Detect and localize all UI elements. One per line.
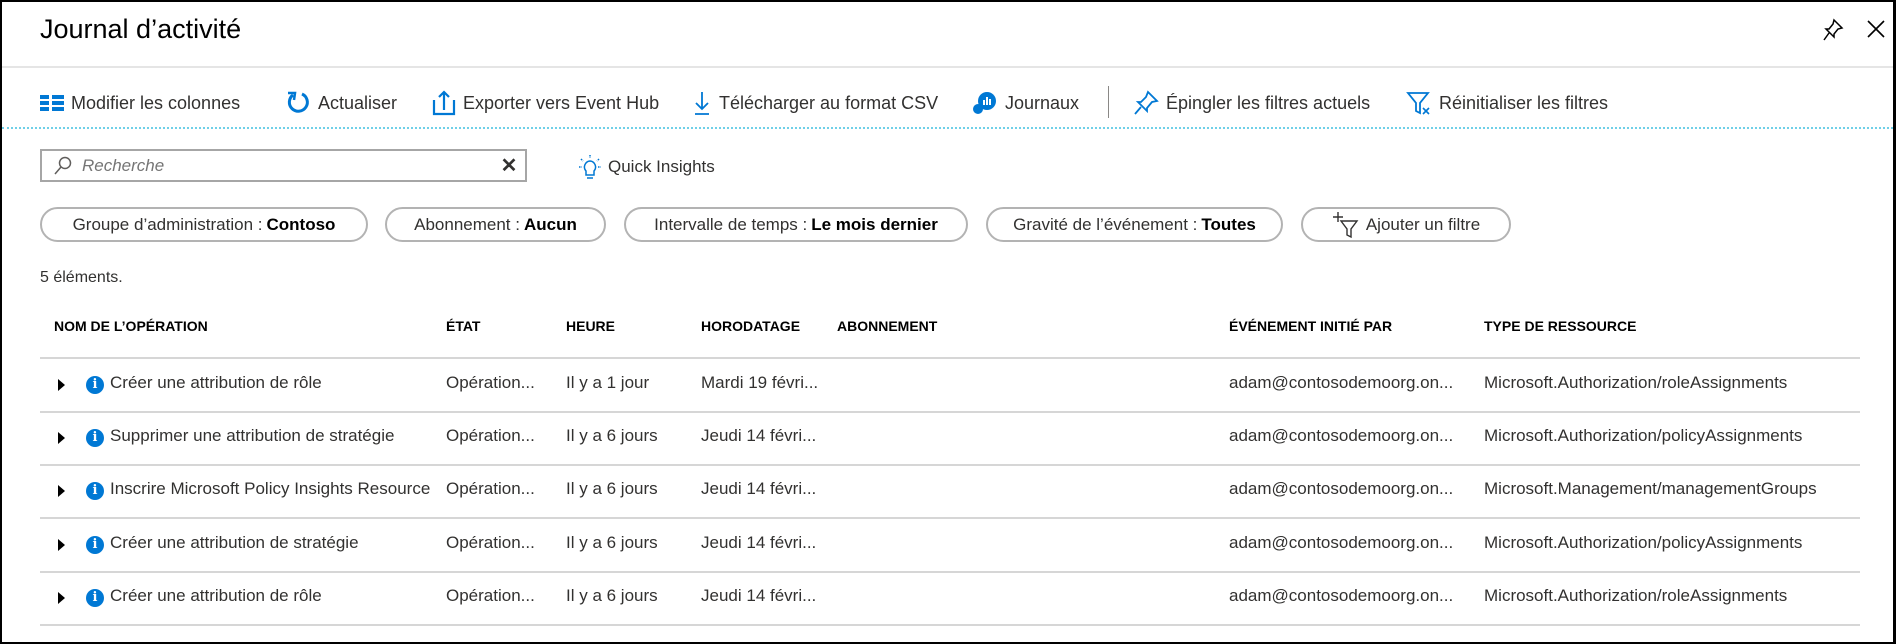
- search-icon: [54, 156, 72, 174]
- expand-caret-icon[interactable]: [58, 591, 65, 604]
- column-header[interactable]: HORODATAGE: [701, 318, 800, 334]
- initiated-by-cell: adam@contosodemoorg.on...: [1229, 373, 1454, 392]
- column-header[interactable]: ABONNEMENT: [837, 318, 937, 334]
- filter-value: Aucun: [523, 214, 577, 234]
- download-csv-button[interactable]: Télécharger au format CSV: [692, 90, 938, 116]
- clear-filter-icon: [1406, 92, 1430, 115]
- filter-pill-management-group[interactable]: Groupe d’administration : Contoso: [40, 207, 368, 242]
- quick-insights-label: Quick Insights: [608, 157, 715, 176]
- expand-caret-icon[interactable]: [58, 485, 65, 498]
- filter-label: Abonnement :: [414, 214, 520, 234]
- time-cell: Il y a 6 jours: [566, 532, 658, 552]
- filter-pill-timespan[interactable]: Intervalle de temps : Le mois dernier: [624, 207, 968, 242]
- column-header[interactable]: NOM DE L’OPÉRATION: [54, 318, 208, 334]
- row-divider: [40, 623, 1860, 626]
- header-divider: [2, 66, 1893, 68]
- search-box[interactable]: ✕: [40, 149, 527, 182]
- expand-caret-icon[interactable]: [58, 432, 65, 445]
- info-icon: i: [86, 535, 104, 554]
- timestamp-cell: Jeudi 14 févri...: [701, 426, 817, 446]
- resource-type-cell: Microsoft.Authorization/policyAssignment…: [1484, 426, 1803, 446]
- edit-columns-label: Modifier les colonnes: [71, 92, 241, 113]
- refresh-button[interactable]: Actualiser: [285, 90, 397, 116]
- column-header[interactable]: TYPE DE RESSOURCE: [1484, 318, 1636, 334]
- column-header[interactable]: HEURE: [566, 318, 615, 334]
- timestamp-cell: Jeudi 14 févri...: [701, 532, 817, 552]
- columns-icon: [40, 95, 64, 111]
- expand-caret-icon[interactable]: [58, 538, 65, 551]
- pin-icon: [1134, 90, 1159, 115]
- export-event-hub-button[interactable]: Exporter vers Event Hub: [432, 90, 659, 116]
- refresh-label: Actualiser: [318, 92, 398, 113]
- item-count: 5 éléments.: [40, 269, 123, 286]
- time-cell: Il y a 6 jours: [566, 426, 658, 446]
- filter-label: Intervalle de temps :: [654, 214, 808, 234]
- filter-label: Gravité de l’événement :: [1013, 214, 1198, 234]
- export-label: Exporter vers Event Hub: [463, 92, 660, 113]
- status-cell: Opération...: [446, 585, 535, 605]
- column-header[interactable]: ÉTAT: [446, 318, 480, 334]
- info-icon: i: [86, 588, 104, 607]
- add-filter-icon: [1332, 211, 1359, 238]
- download-icon: [695, 92, 709, 115]
- toolbar-divider: [2, 127, 1893, 129]
- lightbulb-icon: [579, 155, 601, 179]
- status-cell: Opération...: [446, 532, 535, 552]
- filter-label: Groupe d’administration :: [72, 214, 263, 234]
- filter-value: Toutes: [1201, 214, 1256, 234]
- resource-type-cell: Microsoft.Authorization/policyAssignment…: [1484, 532, 1803, 552]
- initiated-by-cell: adam@contosodemoorg.on...: [1229, 532, 1454, 552]
- pin-filters-button[interactable]: Épingler les filtres actuels: [1133, 90, 1370, 116]
- time-cell: Il y a 1 jour: [566, 373, 650, 392]
- initiated-by-cell: adam@contosodemoorg.on...: [1229, 426, 1454, 446]
- filter-pill-subscription[interactable]: Abonnement : Aucun: [385, 207, 606, 242]
- logs-label: Journaux: [1005, 92, 1080, 113]
- time-cell: Il y a 6 jours: [566, 585, 658, 605]
- operation-name-cell: Inscrire Microsoft Policy Insights Resou…: [110, 479, 432, 499]
- timestamp-cell: Mardi 19 févri...: [701, 373, 819, 392]
- info-icon: i: [86, 376, 104, 394]
- resource-type-cell: Microsoft.Authorization/roleAssignments: [1484, 373, 1788, 392]
- add-filter-label: Ajouter un filtre: [1365, 214, 1481, 234]
- upload-icon: [432, 90, 456, 116]
- toolbar-separator: [1108, 86, 1109, 118]
- timestamp-cell: Jeudi 14 févri...: [701, 479, 817, 499]
- initiated-by-cell: adam@contosodemoorg.on...: [1229, 585, 1454, 605]
- filter-pill-severity[interactable]: Gravité de l’événement : Toutes: [986, 207, 1283, 242]
- close-icon[interactable]: [1866, 19, 1886, 39]
- operation-name-cell: Supprimer une attribution de stratégie: [110, 426, 395, 446]
- timestamp-cell: Jeudi 14 févri...: [701, 585, 817, 605]
- operation-name-cell: Créer une attribution de stratégie: [110, 532, 359, 552]
- initiated-by-cell: adam@contosodemoorg.on...: [1229, 479, 1454, 499]
- quick-insights-button[interactable]: Quick Insights: [578, 154, 715, 180]
- download-label: Télécharger au format CSV: [719, 92, 939, 113]
- operation-name-cell: Créer une attribution de rôle: [110, 585, 322, 605]
- clear-search-icon[interactable]: ✕: [493, 153, 525, 178]
- operation-name-cell: Créer une attribution de rôle: [110, 373, 322, 392]
- filter-value: Le mois dernier: [811, 214, 938, 234]
- edit-columns-button[interactable]: Modifier les colonnes: [40, 90, 240, 116]
- expand-caret-icon[interactable]: [58, 379, 65, 391]
- pin-icon[interactable]: [1822, 18, 1844, 42]
- reset-filters-label: Réinitialiser les filtres: [1439, 92, 1609, 113]
- filter-value: Contoso: [266, 214, 336, 234]
- resource-type-cell: Microsoft.Management/managementGroups: [1484, 479, 1817, 499]
- refresh-icon: [287, 91, 309, 113]
- status-cell: Opération...: [446, 373, 535, 392]
- pin-filters-label: Épingler les filtres actuels: [1166, 92, 1371, 113]
- logs-button[interactable]: Journaux: [972, 90, 1079, 116]
- add-filter-button[interactable]: Ajouter un filtre: [1301, 207, 1511, 242]
- column-header[interactable]: ÉVÉNEMENT INITIÉ PAR: [1229, 318, 1392, 334]
- reset-filters-button[interactable]: Réinitialiser les filtres: [1406, 90, 1608, 116]
- status-cell: Opération...: [446, 426, 535, 446]
- logs-icon: [973, 92, 996, 114]
- status-cell: Opération...: [446, 479, 535, 499]
- page-title: Journal d’activité: [40, 14, 242, 44]
- search-input[interactable]: [82, 155, 493, 176]
- resource-type-cell: Microsoft.Authorization/roleAssignments: [1484, 585, 1788, 605]
- time-cell: Il y a 6 jours: [566, 479, 658, 499]
